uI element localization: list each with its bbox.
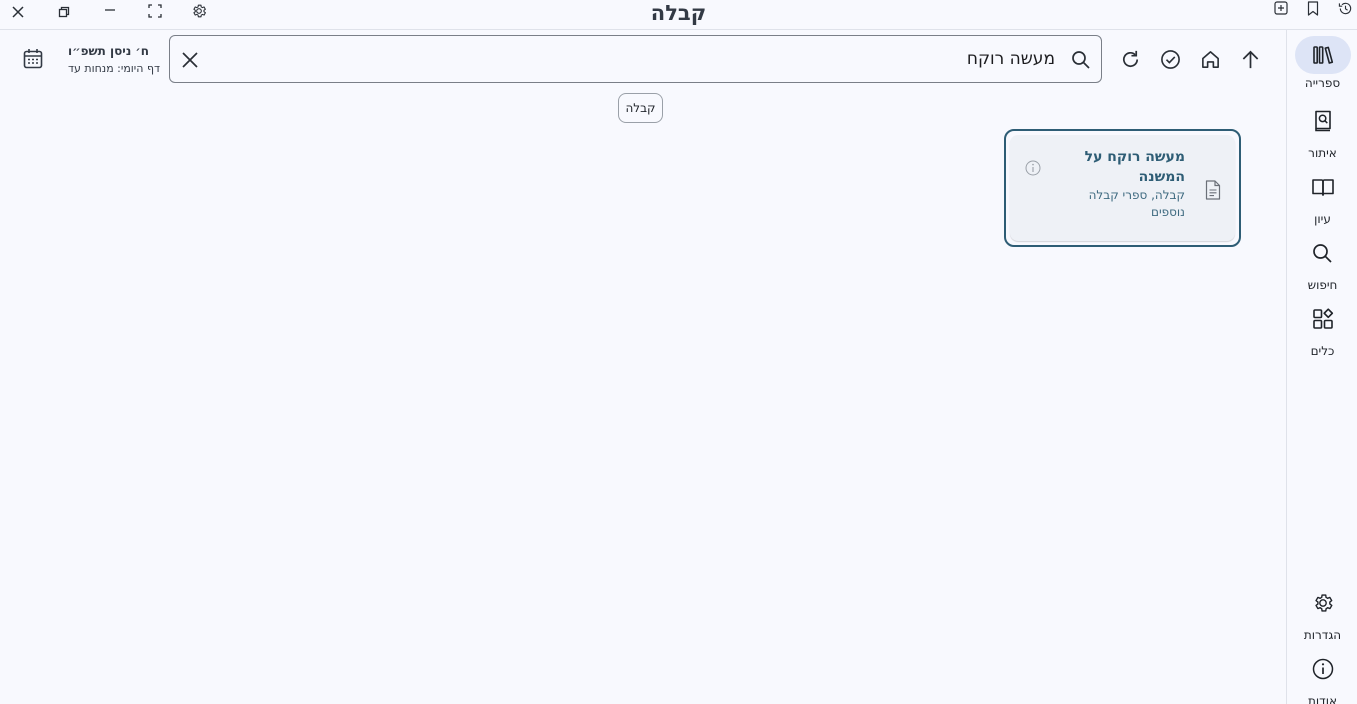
search-icon[interactable] [1068, 47, 1094, 73]
up-arrow-icon[interactable] [1237, 46, 1263, 72]
search-icon [1295, 234, 1351, 272]
settings-icon[interactable] [189, 1, 209, 21]
nav-item-library[interactable]: ספרייה [1287, 36, 1357, 90]
nav-label-settings: הגדרות [1303, 628, 1342, 642]
restore-icon[interactable] [54, 2, 74, 22]
result-card-body: מעשה רוקח על המשנה קבלה, ספרי קבלה נוספי… [1010, 135, 1235, 241]
result-card[interactable]: מעשה רוקח על המשנה קבלה, ספרי קבלה נוספי… [1004, 129, 1241, 247]
add-tab-icon[interactable] [1272, 0, 1290, 16]
nav-item-tools[interactable]: כלים [1287, 300, 1357, 358]
category-chip[interactable]: קבלה [618, 93, 663, 123]
nav-label-library: ספרייה [1304, 76, 1341, 90]
nav-label-find: איתור [1308, 146, 1337, 160]
nav-item-about[interactable]: אודות [1287, 650, 1357, 704]
home-icon[interactable] [1197, 46, 1223, 72]
nav-label-about: אודות [1308, 694, 1337, 704]
nav-item-study[interactable]: עיון [1287, 168, 1357, 226]
result-subtitle: קבלה, ספרי קבלה נוספים [1088, 188, 1185, 219]
daf-yomi-label: דף היומי: מנחות עד [68, 62, 160, 75]
nav-item-settings[interactable]: הגדרות [1287, 584, 1357, 642]
calendar-icon[interactable] [20, 46, 46, 72]
find-book-icon [1295, 102, 1351, 140]
search-bar [169, 35, 1102, 83]
open-book-icon [1295, 168, 1351, 206]
title-bar: קבלה [0, 0, 1357, 30]
fullscreen-icon[interactable] [145, 1, 165, 21]
close-window-icon[interactable] [8, 2, 28, 22]
nav-label-search: חיפוש [1307, 278, 1338, 292]
search-input[interactable] [210, 36, 1055, 82]
nav-item-search[interactable]: חיפוש [1287, 234, 1357, 292]
clear-search-icon[interactable] [176, 46, 204, 74]
navigation-rail: ספרייה איתור עיון חיפוש כלים הגדרות אודו… [1286, 30, 1357, 704]
minimize-icon[interactable] [100, 0, 120, 20]
refresh-icon[interactable] [1117, 46, 1143, 72]
nav-label-study: עיון [1314, 212, 1331, 226]
check-circle-icon[interactable] [1157, 46, 1183, 72]
history-icon[interactable] [1336, 0, 1354, 16]
document-icon [1202, 179, 1224, 201]
library-icon [1294, 36, 1351, 74]
info-icon [1295, 650, 1351, 688]
hebrew-date: ח׳ ניסן תשפ״ו [68, 44, 149, 58]
result-title: מעשה רוקח על המשנה [1084, 149, 1185, 185]
bookmark-icon[interactable] [1304, 0, 1322, 16]
nav-label-tools: כלים [1310, 344, 1335, 358]
nav-item-find[interactable]: איתור [1287, 102, 1357, 160]
settings-icon [1295, 584, 1351, 622]
info-icon[interactable] [1023, 158, 1043, 178]
tools-icon [1295, 300, 1351, 338]
